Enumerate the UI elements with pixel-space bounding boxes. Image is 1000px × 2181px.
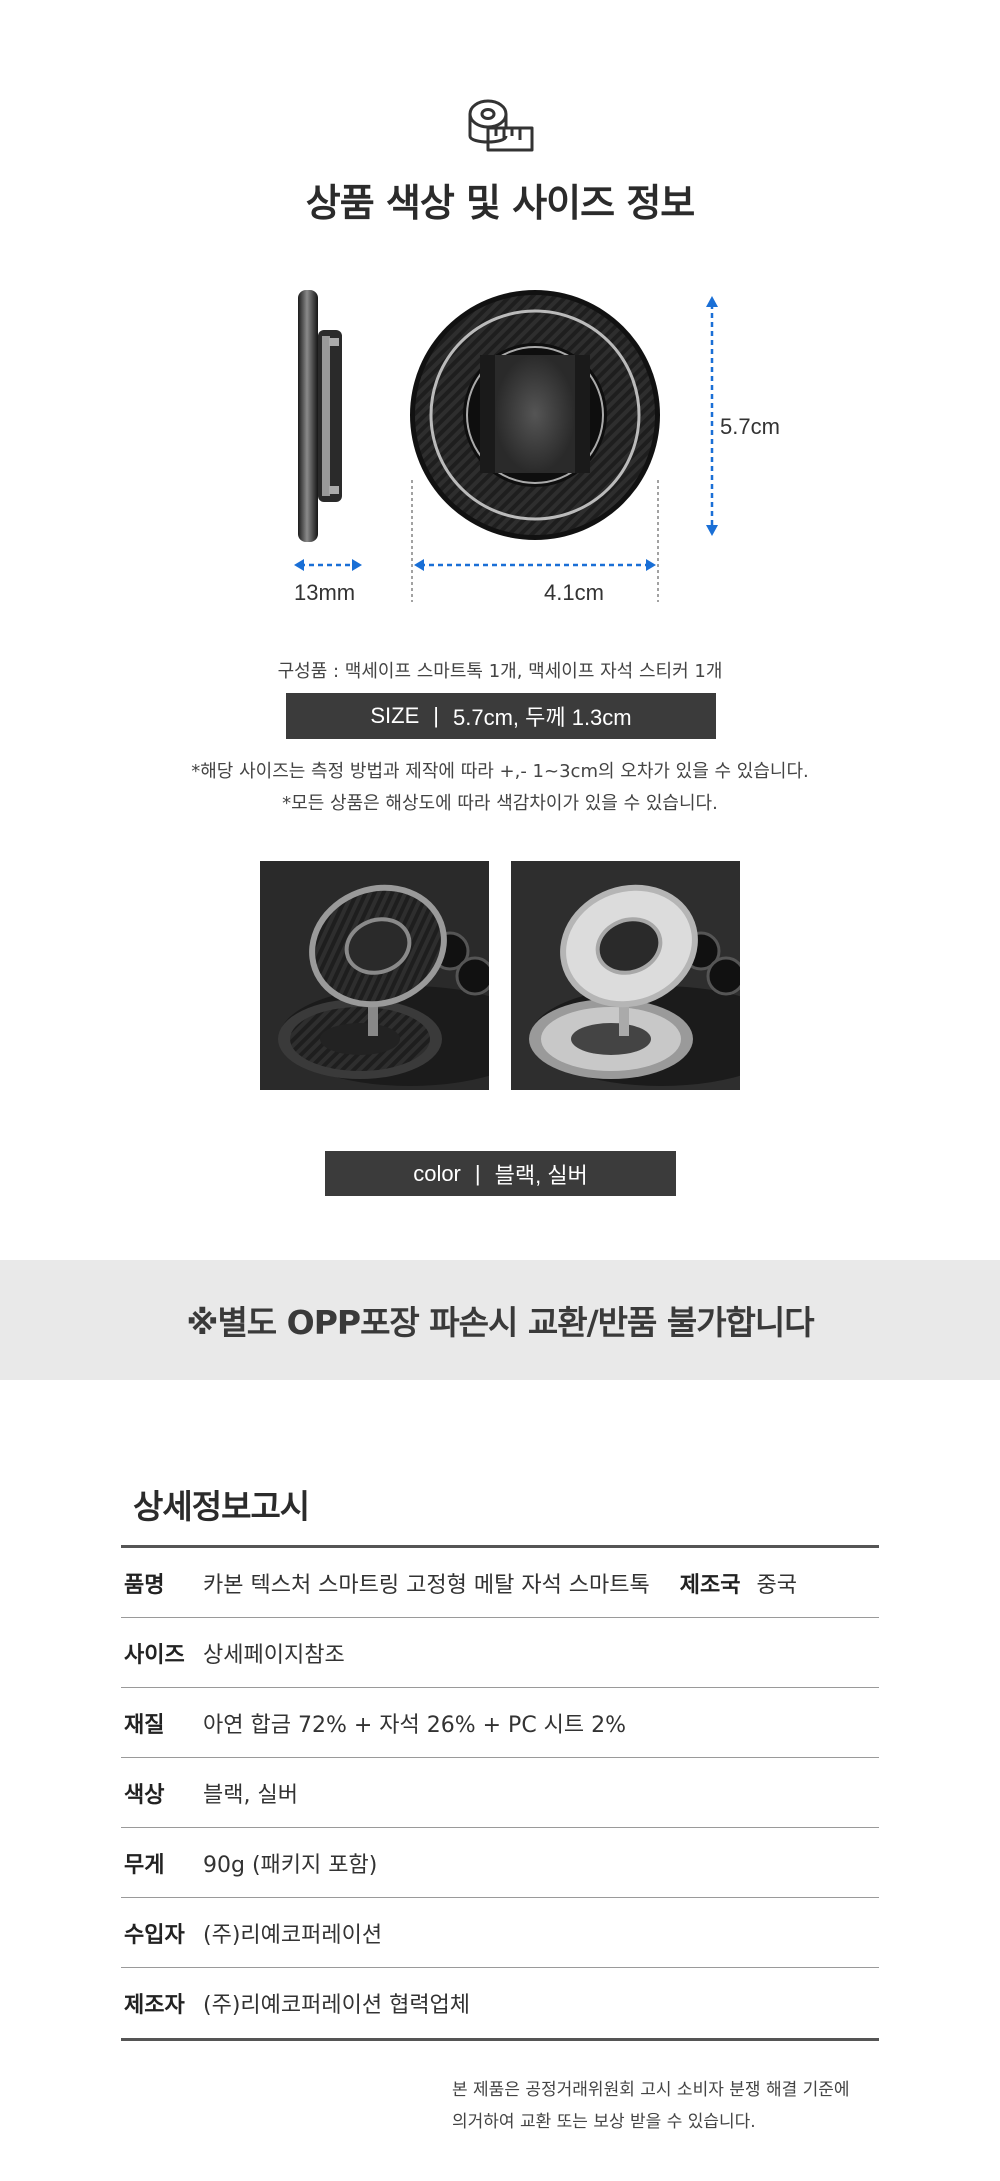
- thickness-label: 13mm: [294, 580, 356, 605]
- info-value: (주)리예코퍼레이션 협력업체: [203, 1993, 471, 2018]
- info-value: 카본 텍스처 스마트링 고정형 메탈 자석 스마트톡: [203, 1572, 650, 1598]
- size-label: SIZE: [370, 703, 420, 728]
- size-separator: |: [433, 703, 439, 728]
- side-view-ring: [298, 290, 342, 542]
- product-photo-black: [260, 861, 489, 1090]
- product-dimension-diagram: [294, 290, 718, 602]
- info-value: 블랙, 실버: [203, 1782, 298, 1808]
- disclaimer: 본 제품은 공정거래위원회 고시 소비자 분쟁 해결 기준에 의거하여 교환 또…: [452, 2074, 892, 2138]
- color-bar: color | 블랙, 실버: [325, 1151, 676, 1196]
- info-label-origin: 제조국: [679, 1572, 741, 1598]
- info-value: 90g (패키지 포함): [203, 1852, 378, 1878]
- width-label: 4.1cm: [544, 580, 604, 605]
- info-row-size: 사이즈 상세페이지참조: [121, 1618, 879, 1688]
- section-title: 상품 색상 및 사이즈 정보: [305, 181, 696, 225]
- color-separator: |: [474, 1160, 481, 1186]
- components-text: 구성품 : 맥세이프 스마트톡 1개, 맥세이프 자석 스티커 1개: [277, 661, 723, 682]
- disclaimer-line: 의거하여 교환 또는 보상 받을 수 있습니다.: [452, 2112, 756, 2132]
- info-row-weight: 무게 90g (패키지 포함): [121, 1828, 879, 1898]
- disclaimer-line: 본 제품은 공정거래위원회 고시 소비자 분쟁 해결 기준에: [452, 2080, 850, 2100]
- info-value: 상세페이지참조: [203, 1642, 345, 1668]
- info-title: 상세정보고시: [133, 1487, 310, 1526]
- color-value: 블랙, 실버: [494, 1162, 588, 1188]
- size-bar: SIZE | 5.7cm, 두께 1.3cm: [286, 693, 716, 739]
- info-label: 수입자: [124, 1922, 185, 1948]
- info-row-material: 재질 아연 합금 72% + 자석 26% + PC 시트 2%: [121, 1688, 879, 1758]
- size-tolerance-note: *해당 사이즈는 측정 방법과 제작에 따라 +,- 1~3cm의 오차가 있을…: [191, 761, 809, 782]
- info-value-origin: 중국: [756, 1572, 797, 1598]
- info-label: 색상: [124, 1782, 165, 1808]
- size-value: 5.7cm, 두께 1.3cm: [452, 705, 632, 730]
- info-row-color: 색상 블랙, 실버: [121, 1758, 879, 1828]
- info-label: 제조자: [124, 1993, 185, 2018]
- front-view-ring: [410, 290, 660, 540]
- product-photo-silver: [511, 861, 740, 1090]
- info-table: 품명 카본 텍스처 스마트링 고정형 메탈 자석 스마트톡 제조국 중국 사이즈…: [121, 1545, 879, 2041]
- notice-band: ※별도 OPP포장 파손시 교환/반품 불가합니다: [0, 1260, 1000, 1380]
- info-value: (주)리예코퍼레이션: [203, 1922, 383, 1948]
- info-row-importer: 수입자 (주)리예코퍼레이션: [121, 1898, 879, 1968]
- color-label: color: [413, 1160, 461, 1186]
- notice-text: ※별도 OPP포장 파손시 교환/반품 불가합니다: [186, 1303, 814, 1342]
- info-label: 무게: [124, 1852, 165, 1878]
- info-value: 아연 합금 72% + 자석 26% + PC 시트 2%: [203, 1712, 627, 1738]
- info-row-manufacturer: 제조자 (주)리예코퍼레이션 협력업체: [121, 1968, 879, 2038]
- color-difference-note: *모든 상품은 해상도에 따라 색감차이가 있을 수 있습니다.: [282, 793, 718, 814]
- info-label: 재질: [124, 1712, 165, 1738]
- info-label: 사이즈: [124, 1642, 185, 1668]
- tape-measure-icon: [468, 99, 534, 152]
- info-label: 품명: [124, 1572, 165, 1598]
- height-label: 5.7cm: [720, 414, 780, 439]
- info-row-name: 품명 카본 텍스처 스마트링 고정형 메탈 자석 스마트톡 제조국 중국: [121, 1548, 879, 1618]
